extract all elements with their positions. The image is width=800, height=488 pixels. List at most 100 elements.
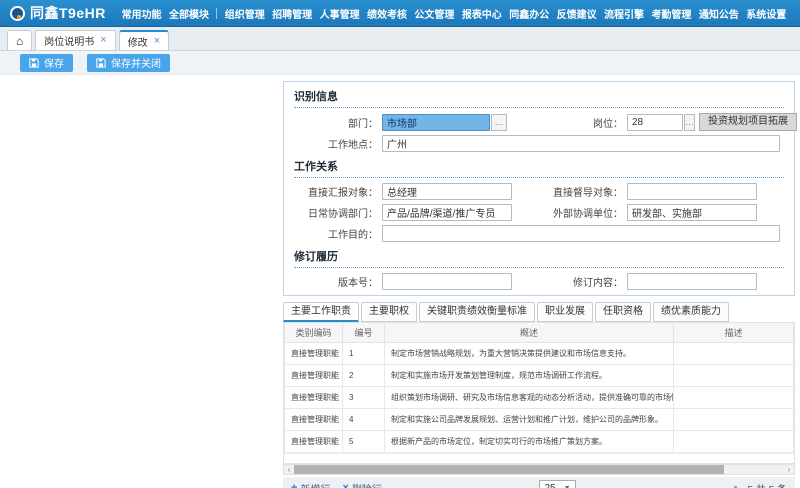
menu-item[interactable]: 组织管理 bbox=[225, 6, 265, 21]
supervise-field[interactable] bbox=[627, 183, 757, 200]
horizontal-scrollbar[interactable]: ‹ › bbox=[283, 464, 795, 475]
menu-item[interactable]: 报表中心 bbox=[462, 6, 502, 21]
table-footer: + 新增行 × 删除行 25 ▼ 1 - 5 共 5 条 bbox=[283, 477, 795, 488]
work-purpose-field[interactable] bbox=[382, 225, 780, 242]
app-title: 同鑫T9eHR bbox=[30, 3, 106, 23]
document-tabbar: ⌂ 岗位说明书 × 修改 × bbox=[0, 27, 800, 51]
menu-separator bbox=[216, 8, 217, 19]
scroll-left-icon[interactable]: ‹ bbox=[284, 465, 294, 474]
external-unit-field[interactable] bbox=[627, 204, 757, 221]
cell-number: 4 bbox=[343, 409, 385, 431]
work-purpose-label: 工作目的： bbox=[294, 226, 382, 241]
menu-item[interactable]: 公文管理 bbox=[414, 6, 454, 21]
table-row[interactable]: 直接管理职能 2 制定和实施市场开发策划管理制度，规范市场调研工作流程。 bbox=[285, 365, 794, 387]
menu-item[interactable]: 反馈建议 bbox=[557, 6, 597, 21]
save-close-button[interactable]: 保存并关闭 bbox=[87, 54, 170, 72]
menu-item[interactable]: 同鑫办公 bbox=[509, 6, 549, 21]
column-header-description: 描述 bbox=[674, 323, 794, 343]
section-divider bbox=[294, 267, 784, 268]
save-icon bbox=[29, 58, 39, 68]
page-size-select[interactable]: 25 ▼ bbox=[539, 480, 575, 488]
tab-home[interactable]: ⌂ bbox=[7, 30, 32, 50]
plus-icon: + bbox=[291, 482, 297, 488]
menu-item[interactable]: 人事管理 bbox=[320, 6, 360, 21]
scroll-right-icon[interactable]: › bbox=[784, 465, 794, 474]
menu-item[interactable]: 招聘管理 bbox=[272, 6, 312, 21]
cell-description bbox=[674, 409, 794, 431]
scrollbar-thumb[interactable] bbox=[294, 465, 724, 474]
main-menu: 常用功能 全部模块 组织管理 招聘管理 人事管理 绩效考核 公文管理 报表中心 … bbox=[118, 6, 800, 21]
close-icon[interactable]: × bbox=[100, 35, 106, 46]
cell-category: 直接管理职能 bbox=[285, 409, 343, 431]
external-unit-label: 外部协调单位： bbox=[539, 205, 627, 220]
tab-edit[interactable]: 修改 × bbox=[119, 30, 169, 50]
app-header: 同鑫T9eHR 常用功能 全部模块 组织管理 招聘管理 人事管理 绩效考核 公文… bbox=[0, 0, 800, 27]
cell-overview: 制定市场营销战略规划，为重大营销决策提供建议和市场信息支持。 bbox=[385, 343, 674, 365]
tab-position-description[interactable]: 岗位说明书 × bbox=[35, 30, 115, 50]
menu-item[interactable]: 流程引擎 bbox=[604, 6, 644, 21]
table-row[interactable]: 直接管理职能 3 组织策划市场调研、研究及市场信息客观的动态分析活动，提供准确可… bbox=[285, 387, 794, 409]
table-row[interactable]: 直接管理职能 1 制定市场营销战略规划，为重大营销决策提供建议和市场信息支持。 bbox=[285, 343, 794, 365]
app-logo: 同鑫T9eHR bbox=[0, 3, 118, 23]
subtab-main-duties[interactable]: 主要工作职责 bbox=[283, 302, 359, 322]
menu-item[interactable]: 绩效考核 bbox=[367, 6, 407, 21]
save-icon bbox=[96, 58, 106, 68]
chevron-down-icon: ▼ bbox=[564, 485, 571, 488]
subtab-authority[interactable]: 主要职权 bbox=[361, 302, 417, 322]
version-label: 版本号： bbox=[294, 274, 382, 289]
post-field[interactable] bbox=[627, 114, 683, 131]
post-name-button[interactable]: 投资规划项目拓展 bbox=[699, 113, 797, 131]
revision-content-field[interactable] bbox=[627, 273, 757, 290]
coordinate-dept-field[interactable] bbox=[382, 204, 512, 221]
post-picker-button[interactable]: … bbox=[684, 114, 695, 131]
dept-picker-button[interactable]: … bbox=[491, 114, 507, 131]
detail-tabbar: 主要工作职责 主要职权 关键职责绩效衡量标准 职业发展 任职资格 绩优素质能力 bbox=[283, 302, 795, 322]
table-row[interactable]: 直接管理职能 5 根据新产品的市场定位，制定切实可行的市场推广策划方案。 bbox=[285, 431, 794, 453]
column-header-number: 编号 bbox=[343, 323, 385, 343]
cell-category: 直接管理职能 bbox=[285, 431, 343, 453]
table-empty-area bbox=[284, 453, 794, 463]
version-field[interactable] bbox=[382, 273, 512, 290]
table-row[interactable]: 直接管理职能 4 制定和实施公司品牌发展规划、运营计划和推广计划，维护公司的品牌… bbox=[285, 409, 794, 431]
cell-description bbox=[674, 431, 794, 453]
position-form-panel: 识别信息 部门： … 岗位： … 投资规划项目拓展 工作地点： 工作关系 bbox=[283, 81, 795, 296]
cell-overview: 根据新产品的市场定位，制定切实可行的市场推广策划方案。 bbox=[385, 431, 674, 453]
subtab-career-development[interactable]: 职业发展 bbox=[537, 302, 593, 322]
cell-overview: 制定和实施市场开发策划管理制度，规范市场调研工作流程。 bbox=[385, 365, 674, 387]
column-header-overview: 概述 bbox=[385, 323, 674, 343]
save-button[interactable]: 保存 bbox=[20, 54, 73, 72]
cell-description bbox=[674, 365, 794, 387]
cell-description bbox=[674, 343, 794, 365]
cell-number: 2 bbox=[343, 365, 385, 387]
cell-category: 直接管理职能 bbox=[285, 365, 343, 387]
add-row-label: 新增行 bbox=[300, 481, 330, 488]
subtab-qualification[interactable]: 任职资格 bbox=[595, 302, 651, 322]
menu-item[interactable]: 考勤管理 bbox=[651, 6, 691, 21]
location-field[interactable] bbox=[382, 135, 780, 152]
post-label: 岗位： bbox=[539, 115, 627, 130]
close-icon[interactable]: × bbox=[154, 36, 160, 47]
dept-field[interactable] bbox=[382, 114, 490, 131]
table-header-row: 类别编码 编号 概述 描述 bbox=[285, 323, 794, 343]
menu-item[interactable]: 常用功能 bbox=[122, 6, 162, 21]
column-header-category: 类别编码 bbox=[285, 323, 343, 343]
cell-overview: 组织策划市场调研、研究及市场信息客观的动态分析活动，提供准确可靠的市场情报信息。 bbox=[385, 387, 674, 409]
save-button-label: 保存 bbox=[44, 55, 64, 70]
logo-icon bbox=[10, 6, 25, 21]
delete-row-button[interactable]: × 删除行 bbox=[342, 481, 381, 488]
menu-item[interactable]: 通知公告 bbox=[699, 6, 739, 21]
cell-description bbox=[674, 387, 794, 409]
delete-icon: × bbox=[342, 482, 348, 488]
save-close-button-label: 保存并关闭 bbox=[111, 55, 161, 70]
menu-item[interactable]: 系统设置 bbox=[746, 6, 786, 21]
report-to-field[interactable] bbox=[382, 183, 512, 200]
menu-item[interactable]: 全部模块 bbox=[169, 6, 209, 21]
add-row-button[interactable]: + 新增行 bbox=[291, 481, 330, 488]
section-title-identify: 识别信息 bbox=[294, 86, 784, 107]
record-total: 共 5 条 bbox=[756, 485, 787, 488]
subtab-kpi-standards[interactable]: 关键职责绩效衡量标准 bbox=[419, 302, 535, 322]
page-size-value: 25 bbox=[544, 483, 555, 488]
cell-overview: 制定和实施公司品牌发展规划、运营计划和推广计划，维护公司的品牌形象。 bbox=[385, 409, 674, 431]
subtab-competency[interactable]: 绩优素质能力 bbox=[653, 302, 729, 322]
duties-table: 类别编码 编号 概述 描述 直接管理职能 1 制定市场营销战略规划，为重大营销决… bbox=[284, 322, 794, 453]
